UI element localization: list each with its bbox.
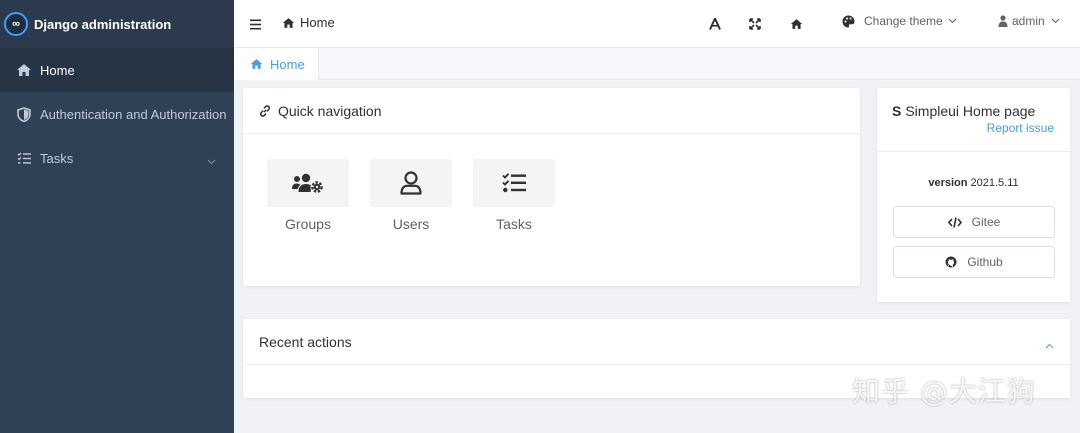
recent-actions-header[interactable]: Recent actions [243,319,1070,365]
sidebar-item-label: Tasks [40,150,74,166]
version-text: version 2021.5.11 [877,177,1070,189]
change-theme-label: Change theme [864,14,943,28]
quick-nav-label: Groups [285,216,331,232]
tab-home[interactable]: Home [234,48,319,80]
divider [877,151,1070,152]
home-icon [250,58,263,70]
quick-nav-users[interactable]: Users [370,159,452,232]
quick-navigation-header: Quick navigation [243,88,860,134]
quick-nav-tasks[interactable]: Tasks [473,159,555,232]
quick-navigation-items: Groups Users Tasks [243,134,860,232]
gitee-button[interactable]: Gitee [893,206,1055,238]
quick-nav-icon-box [267,159,349,207]
simpleui-logo-icon: S [892,103,902,119]
quick-nav-groups[interactable]: Groups [267,159,349,232]
github-label: Github [967,255,1003,269]
chevron-down-icon [1051,18,1060,24]
simpleui-title: S Simpleui Home page [877,88,1070,119]
user-menu[interactable]: admin [998,14,1060,28]
shield-icon [16,106,32,122]
home-icon [282,17,295,29]
chevron-down-icon[interactable] [207,153,216,168]
change-theme-button[interactable]: Change theme [842,14,957,28]
github-button[interactable]: Github [893,246,1055,278]
recent-actions-title: Recent actions [259,333,352,350]
breadcrumb[interactable]: Home [282,15,335,30]
version-label: version [928,177,968,189]
simpleui-title-label: Simpleui Home page [905,103,1036,119]
users-cog-icon [292,172,324,194]
task-list-icon [502,173,526,193]
quick-navigation-title: Quick navigation [278,102,382,119]
brand-title: Django administration [34,16,172,32]
sidebar-item-auth[interactable]: Authentication and Authorization [0,92,234,136]
github-icon [945,256,957,268]
gitee-label: Gitee [971,215,1001,229]
quick-nav-label: Users [392,216,430,232]
sidebar-item-label: Home [40,62,75,78]
report-issue-link[interactable]: Report issue [987,121,1054,135]
user-name: admin [1012,14,1045,28]
font-size-icon[interactable] [706,15,724,33]
quick-nav-label: Tasks [496,216,532,232]
watermark-text: 知乎 @大江狗 [852,375,1036,408]
user-icon [400,171,422,195]
link-icon [259,104,271,117]
simpleui-card: S Simpleui Home page Report issue versio… [877,88,1070,302]
task-list-icon [16,150,32,166]
fullscreen-icon[interactable] [746,15,764,33]
brand-logo: ∞ [4,12,28,36]
brand[interactable]: ∞ Django administration [0,0,234,48]
hamburger-icon[interactable] [250,17,262,30]
quick-nav-icon-box [370,159,452,207]
home-icon [16,62,32,78]
top-header: Home Change theme admin [234,0,1080,48]
user-icon [998,15,1008,27]
sidebar-item-label: Authentication and Authorization [40,106,227,122]
palette-icon [842,15,855,28]
sidebar-item-home[interactable]: Home [0,48,234,92]
version-value: 2021.5.11 [970,177,1019,189]
quick-nav-icon-box [473,159,555,207]
quick-navigation-card: Quick navigation Groups Users Tasks [243,88,860,286]
sidebar-item-tasks[interactable]: Tasks [0,136,234,180]
code-icon [947,216,962,228]
tab-label: Home [270,56,305,72]
home-icon[interactable] [787,15,805,33]
chevron-down-icon [948,18,957,24]
sidebar: ∞ Django administration Home Authenticat… [0,0,234,433]
chevron-up-icon[interactable] [1045,336,1054,352]
tab-bar: Home [234,48,1080,80]
breadcrumb-label: Home [300,15,335,30]
